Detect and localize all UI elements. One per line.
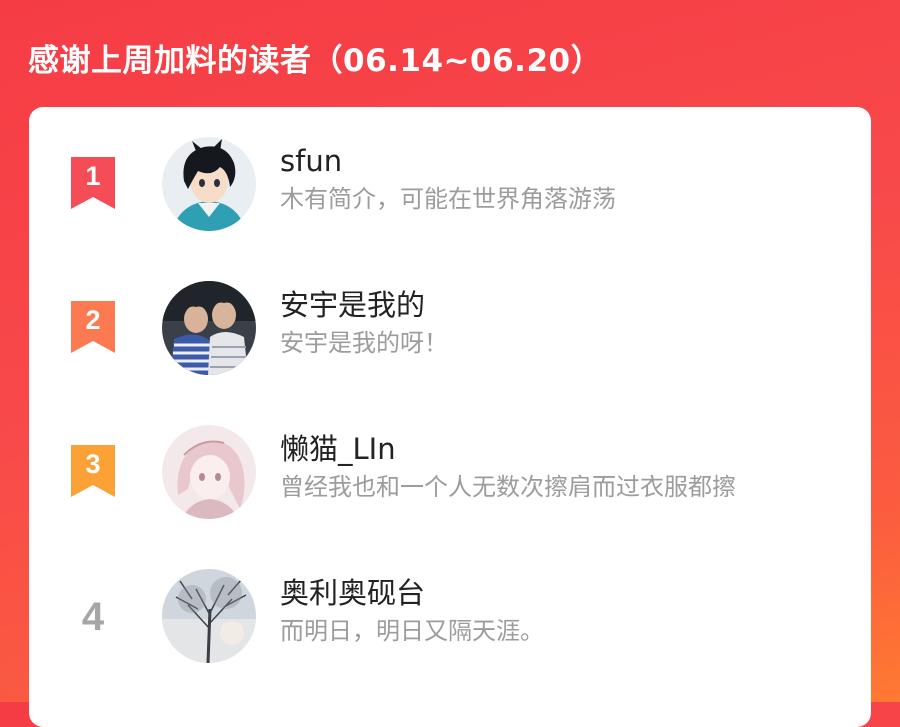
rank-number: 3 <box>85 449 101 479</box>
reader-list-card: 1 sfun 木有简介，可能在世界角落游荡 2 安宇是我的 安宇是我的呀！ 3 … <box>29 107 871 727</box>
reader-name: sfun <box>280 144 343 178</box>
rank-number-plain: 4 <box>81 595 105 639</box>
avatar[interactable] <box>162 425 256 519</box>
reader-bio: 而明日，明日又隔天涯。 <box>280 617 544 645</box>
rank-badge-1: 1 <box>69 157 117 209</box>
reader-row-2[interactable]: 2 安宇是我的 安宇是我的呀！ <box>29 251 871 375</box>
avatar[interactable] <box>162 137 256 231</box>
reader-name: 安宇是我的 <box>280 288 426 322</box>
rank-badge-2: 2 <box>69 301 117 353</box>
rank-number: 1 <box>85 161 101 191</box>
avatar[interactable] <box>162 569 256 663</box>
rank-number: 2 <box>85 305 101 335</box>
reader-row-1[interactable]: 1 sfun 木有简介，可能在世界角落游荡 <box>29 107 871 231</box>
rank-badge-3: 3 <box>69 445 117 497</box>
reader-name: 奥利奥砚台 <box>280 576 426 610</box>
reader-bio: 安宇是我的呀！ <box>280 329 448 357</box>
reader-bio: 曾经我也和一个人无数次擦肩而过衣服都擦 <box>280 473 736 501</box>
reader-bio: 木有简介，可能在世界角落游荡 <box>280 185 616 213</box>
reader-name: 懒猫_LIn <box>280 432 396 466</box>
reader-row-4[interactable]: 4 奥利奥砚台 而明日，明日又隔天涯。 <box>29 539 871 663</box>
page-title: 感谢上周加料的读者（06.14~06.20） <box>28 43 603 79</box>
reader-row-3[interactable]: 3 懒猫_LIn 曾经我也和一个人无数次擦肩而过衣服都擦 <box>29 395 871 519</box>
avatar[interactable] <box>162 281 256 375</box>
